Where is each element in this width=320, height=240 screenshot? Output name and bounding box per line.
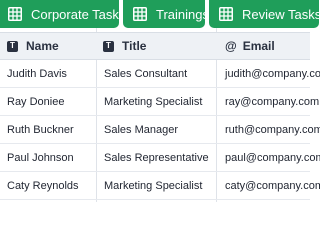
cell-name[interactable]: Caty Reynolds [7,172,79,199]
table-row[interactable]: Judith Davis Sales Consultant judith@com… [0,60,320,88]
column-header-label: Email [242,39,275,53]
cell-title[interactable]: Marketing Specialist [104,172,202,199]
cell-name[interactable]: Ruth Buckner [7,116,74,143]
data-table: T Name T Title @ Email Judith Davis Sale… [0,28,320,202]
cell-email[interactable]: ruth@company.com [225,116,320,143]
column-header-title[interactable]: T Title [103,33,146,59]
tab-trainings[interactable]: Trainings [123,0,209,28]
table-icon [8,7,22,21]
column-header-email[interactable]: @ Email [225,33,275,59]
table-header: T Name T Title @ Email [0,32,310,60]
column-header-label: Title [122,39,147,53]
text-type-icon: T [7,40,18,52]
text-type-icon: T [103,40,114,52]
tab-bar: Corporate Tasks Trainings Review Tasks [0,0,320,28]
cell-email[interactable]: paul@company.com [225,144,320,171]
cell-name[interactable]: Paul Johnson [7,144,74,171]
cell-title[interactable]: Marketing Specialist [104,88,202,115]
cell-title[interactable]: Sales Consultant [104,60,187,87]
tab-review-tasks[interactable]: Review Tasks [209,0,320,28]
table-icon [219,7,233,21]
column-header-name[interactable]: T Name [7,33,59,59]
column-header-label: Name [26,39,59,53]
cell-email[interactable]: caty@company.com [225,172,320,199]
cell-title[interactable]: Sales Representative [104,144,209,171]
cell-name[interactable]: Judith Davis [7,60,67,87]
table-row[interactable]: Caty Reynolds Marketing Specialist caty@… [0,172,320,200]
table-row[interactable]: Ray Doniee Marketing Specialist ray@comp… [0,88,319,116]
tab-label: Trainings [156,6,209,22]
table-row[interactable]: Ruth Buckner Sales Manager ruth@company.… [0,116,320,144]
cell-title[interactable]: Sales Manager [104,116,178,143]
cell-email[interactable]: ray@company.com [225,88,319,115]
tab-label: Corporate Tasks [31,6,126,22]
table-row[interactable]: Paul Johnson Sales Representative paul@c… [0,144,320,172]
cell-email[interactable]: judith@company.com [225,60,320,87]
cell-name[interactable]: Ray Doniee [7,88,64,115]
tab-label: Review Tasks [242,6,320,22]
tab-corporate-tasks[interactable]: Corporate Tasks [0,0,125,28]
table-icon [133,7,147,21]
at-sign-icon: @ [225,39,237,53]
